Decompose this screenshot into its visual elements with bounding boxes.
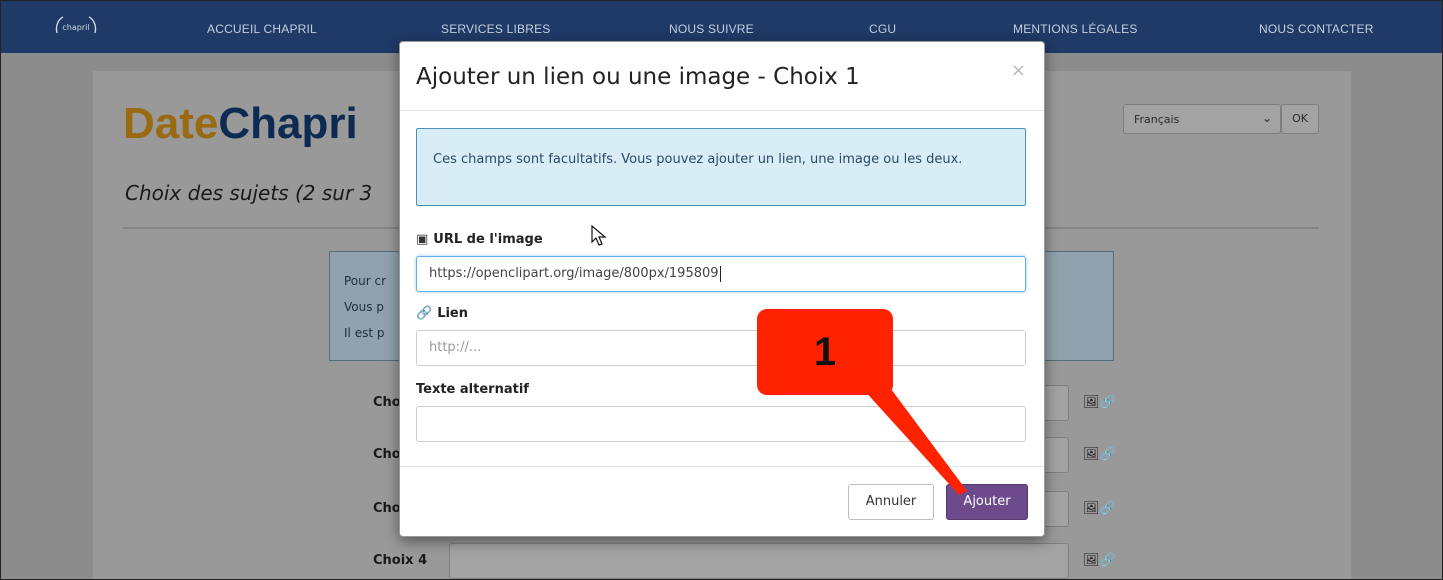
annotation-arrow bbox=[863, 389, 967, 495]
browser-viewport: chapril ACCUEIL CHAPRIL SERVICES LIBRES … bbox=[0, 0, 1443, 580]
annotation-step-badge: 1 bbox=[757, 309, 893, 395]
